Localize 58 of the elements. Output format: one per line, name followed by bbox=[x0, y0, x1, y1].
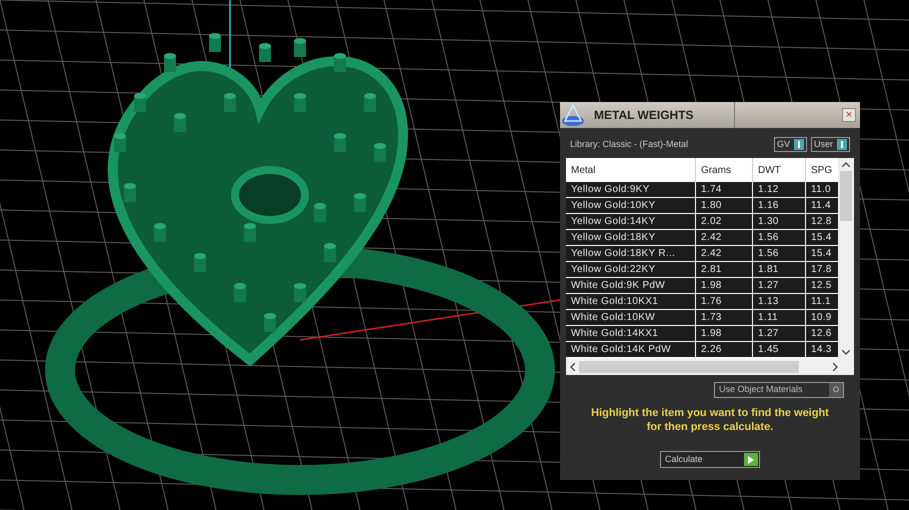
table-cell: Yellow Gold:18KY R... bbox=[566, 246, 696, 261]
table-row[interactable]: Yellow Gold:10KY 1.80 1.16 11.4 bbox=[566, 198, 838, 214]
table-cell: Yellow Gold:14KY bbox=[566, 214, 696, 229]
table-row[interactable]: White Gold:14K PdW 2.26 1.45 14.3 bbox=[566, 342, 838, 358]
table-cell: Yellow Gold:18KY bbox=[566, 230, 696, 245]
library-label: Library: Classic - (Fast)-Metal bbox=[570, 138, 688, 151]
table-cell: 1.13 bbox=[753, 294, 806, 309]
table-cell: 1.11 bbox=[753, 310, 806, 325]
table-row[interactable]: Yellow Gold:18KY R... 2.42 1.56 15.4 bbox=[566, 246, 838, 262]
table-cell: 2.02 bbox=[696, 214, 753, 229]
table-cell: 1.80 bbox=[696, 198, 753, 213]
table-cell: White Gold:14KX1 bbox=[566, 326, 696, 341]
scrollbar-thumb[interactable] bbox=[579, 361, 799, 373]
table-cell: White Gold:10KX1 bbox=[566, 294, 696, 309]
toggle-switch[interactable]: User bbox=[810, 137, 850, 152]
panel-title: METAL WEIGHTS bbox=[594, 107, 695, 124]
use-object-materials-toggle[interactable]: Use Object Materials O bbox=[714, 382, 844, 398]
horizontal-scrollbar[interactable] bbox=[566, 359, 854, 375]
table-cell: 2.42 bbox=[696, 230, 753, 245]
table-row[interactable]: White Gold:10KX1 1.76 1.13 11.1 bbox=[566, 294, 838, 310]
close-button[interactable]: × bbox=[842, 108, 856, 122]
table-cell: Yellow Gold:9KY bbox=[566, 182, 696, 197]
table-cell: Yellow Gold:10KY bbox=[566, 198, 696, 213]
table-cell: 1.74 bbox=[696, 182, 753, 197]
table-cell: 1.98 bbox=[696, 326, 753, 341]
table-cell: Yellow Gold:22KY bbox=[566, 262, 696, 277]
table-row[interactable]: White Gold:10KW 1.73 1.11 10.9 bbox=[566, 310, 838, 326]
table-cell: 1.12 bbox=[753, 182, 806, 197]
table-cell: 1.27 bbox=[753, 278, 806, 293]
scrollbar-thumb[interactable] bbox=[840, 171, 852, 221]
pyramid-logo-icon bbox=[560, 103, 586, 127]
table-cell: 2.81 bbox=[696, 262, 753, 277]
table-cell: 2.26 bbox=[696, 342, 753, 357]
table-row[interactable]: White Gold:14KX1 1.98 1.27 12.6 bbox=[566, 326, 838, 342]
table-row[interactable]: Yellow Gold:22KY 2.81 1.81 17.8 bbox=[566, 262, 838, 278]
table-row[interactable]: Yellow Gold:14KY 2.02 1.30 12.8 bbox=[566, 214, 838, 230]
instruction-text: Highlight the item you want to find the weight for then press calculate. bbox=[590, 406, 830, 434]
table-cell: White Gold:14K PdW bbox=[566, 342, 696, 357]
vertical-scrollbar[interactable] bbox=[838, 158, 854, 359]
table-cell: 1.45 bbox=[753, 342, 806, 357]
play-icon bbox=[744, 453, 758, 466]
table-cell: 1.27 bbox=[753, 326, 806, 341]
toggle-switch[interactable]: GV bbox=[774, 137, 807, 152]
table-row[interactable]: White Gold:9K PdW 1.98 1.27 12.5 bbox=[566, 278, 838, 294]
table-cell: 1.81 bbox=[753, 262, 806, 277]
table-row[interactable]: Yellow Gold:18KY 2.42 1.56 15.4 bbox=[566, 230, 838, 246]
table-cell: White Gold:10KW bbox=[566, 310, 696, 325]
table-cell: 1.56 bbox=[753, 246, 806, 261]
table-cell: 1.73 bbox=[696, 310, 753, 325]
table-cell: 1.30 bbox=[753, 214, 806, 229]
table-cell: 1.16 bbox=[753, 198, 806, 213]
table-cell: 1.56 bbox=[753, 230, 806, 245]
table-cell: White Gold:9K PdW bbox=[566, 278, 696, 293]
table-cell: 2.42 bbox=[696, 246, 753, 261]
table-row[interactable]: Yellow Gold:9KY 1.74 1.12 11.0 bbox=[566, 182, 838, 198]
table-cell: 1.98 bbox=[696, 278, 753, 293]
calculate-button[interactable]: Calculate bbox=[660, 451, 760, 468]
table-cell: 1.76 bbox=[696, 294, 753, 309]
